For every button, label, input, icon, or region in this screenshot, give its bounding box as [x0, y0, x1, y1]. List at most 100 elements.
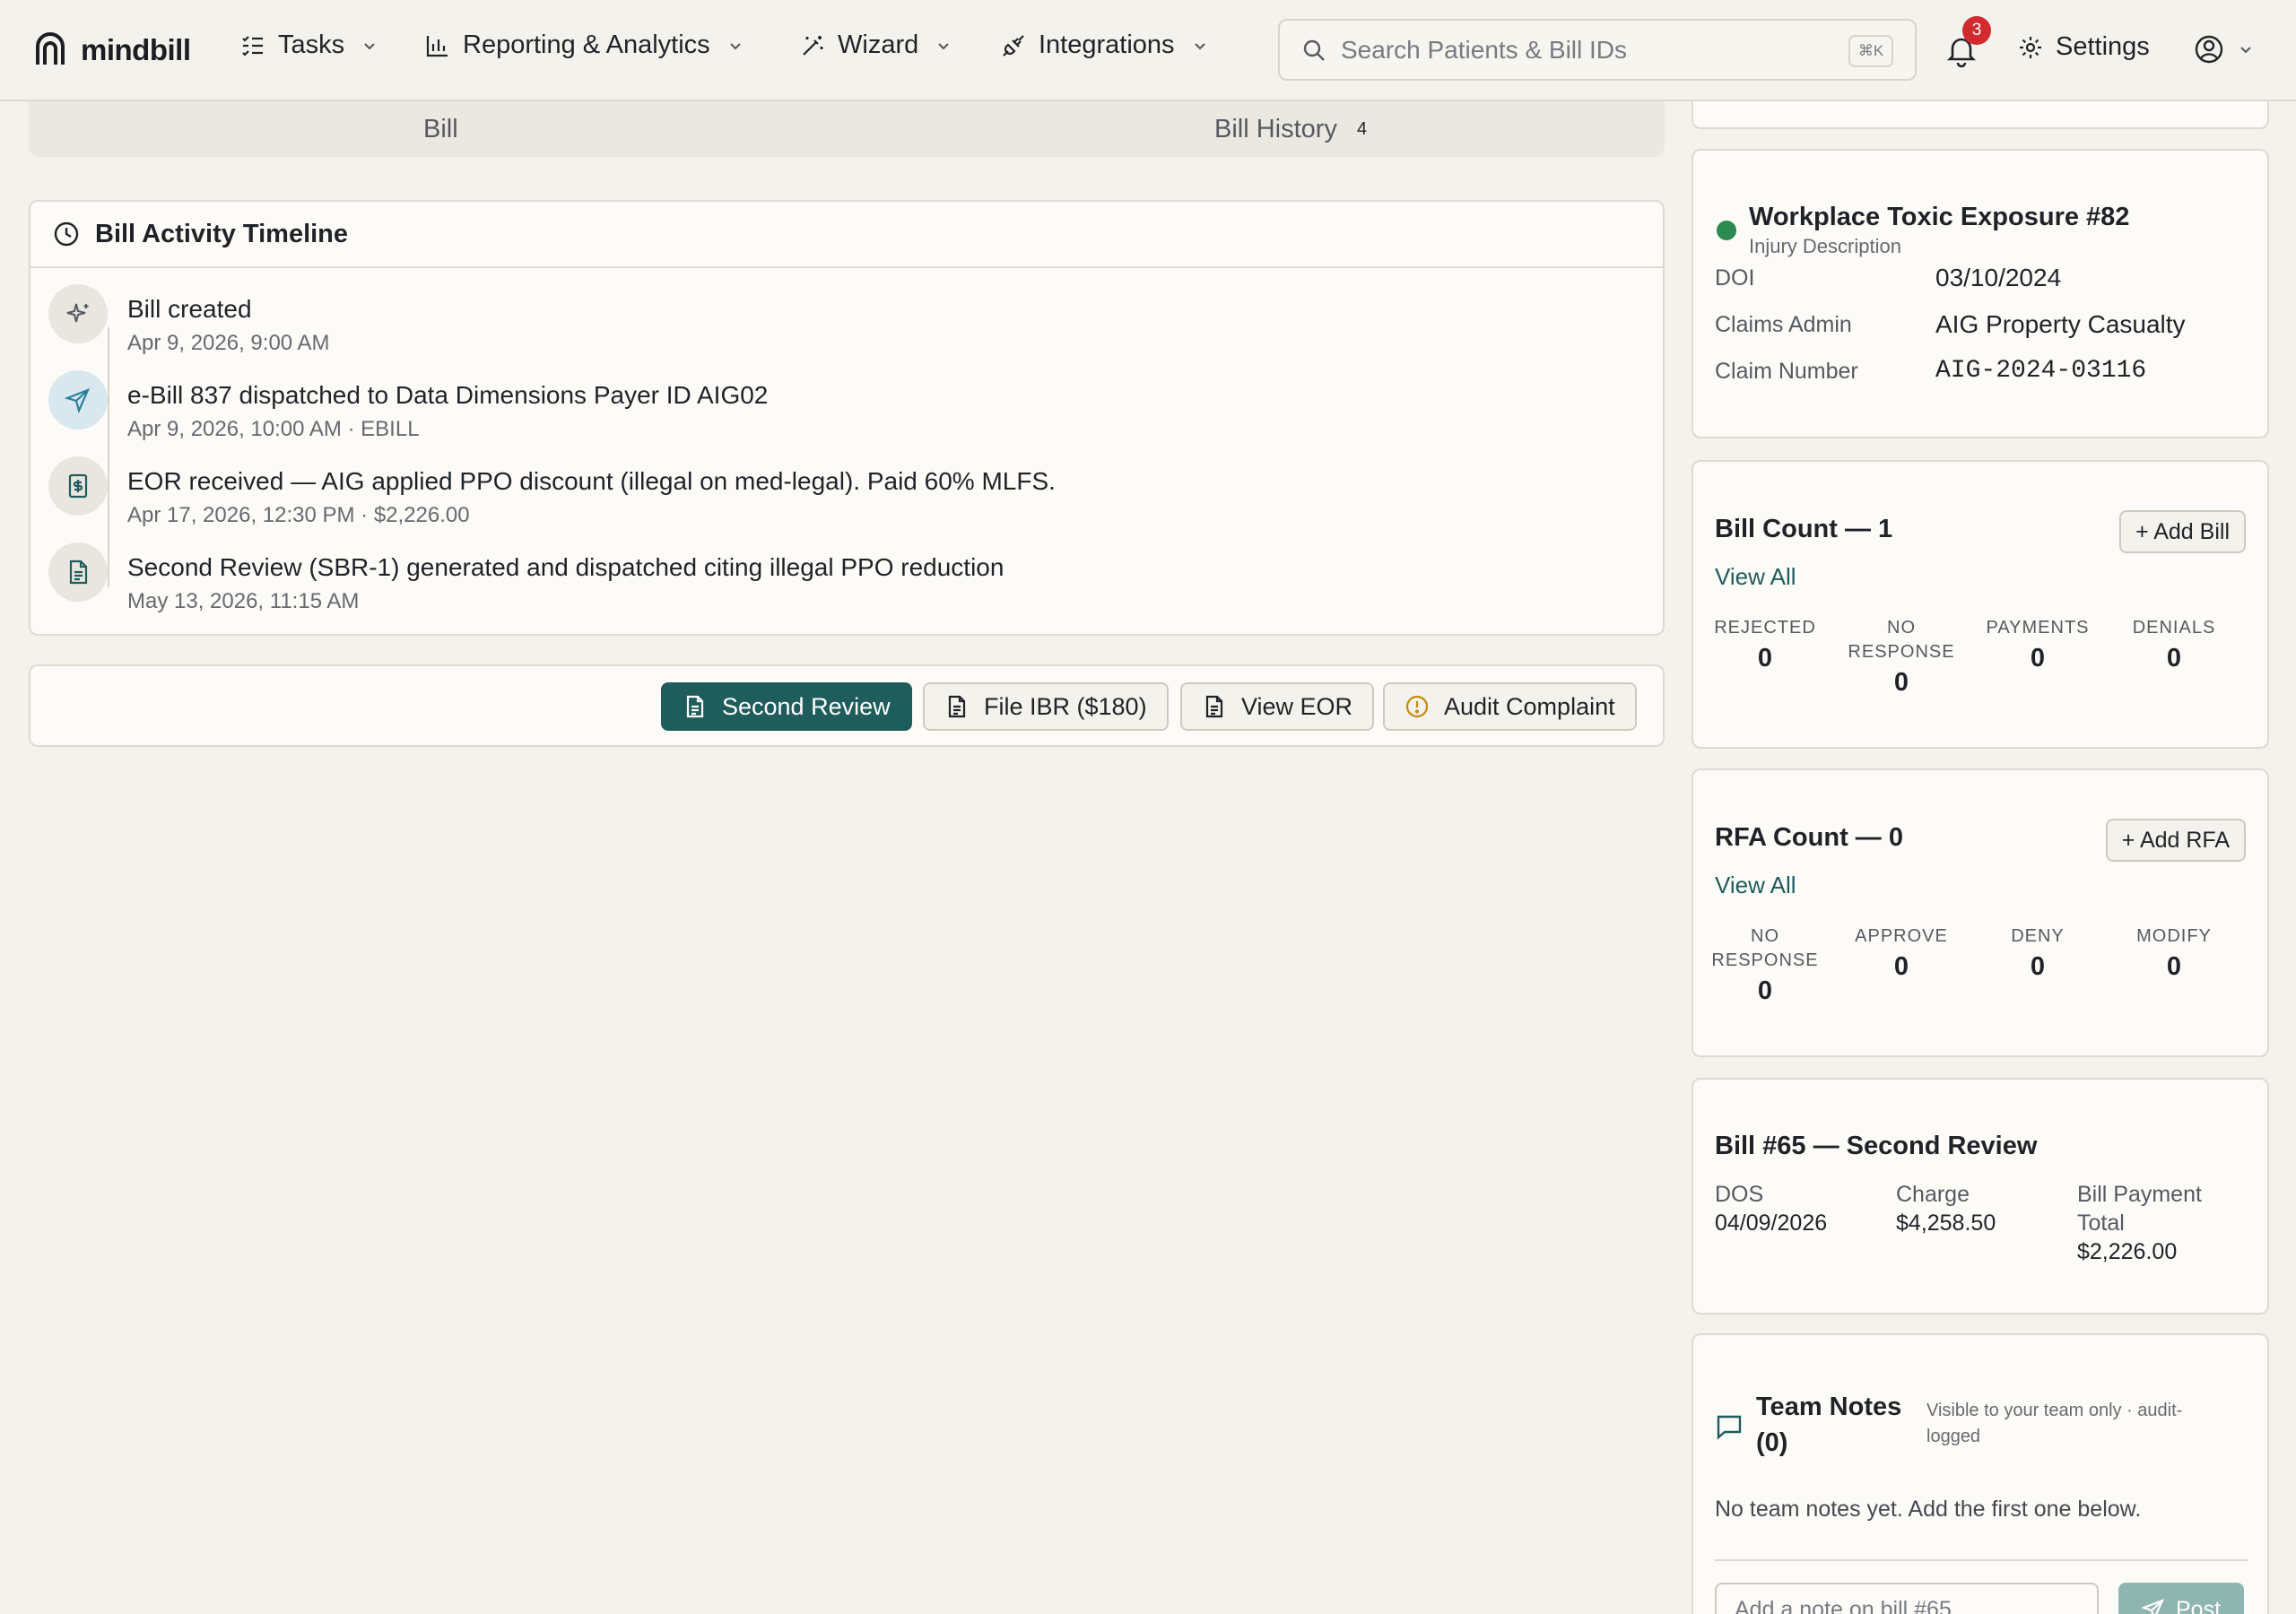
- stat-label: APPROVE: [1855, 926, 1948, 946]
- nav-reporting-analytics[interactable]: Reporting & Analytics: [425, 30, 744, 60]
- clock-icon: [54, 221, 79, 247]
- file-ibr-label: File IBR ($180): [984, 692, 1147, 720]
- second-review-button[interactable]: Second Review: [661, 682, 912, 731]
- stat-payments: PAYMENTS 0: [1970, 616, 2106, 673]
- injury-status-dot: [1717, 221, 1736, 240]
- timeline-event-dot: [48, 370, 108, 430]
- post-note-button[interactable]: Post: [2118, 1583, 2244, 1614]
- divider: [1715, 1559, 2248, 1561]
- add-rfa-button[interactable]: + Add RFA: [2105, 819, 2246, 862]
- bill-count-card: Bill Count — 1 View All + Add Bill REJEC…: [1692, 460, 2269, 749]
- injury-subtitle: Injury Description: [1749, 235, 1901, 257]
- send-icon: [65, 388, 91, 413]
- document-icon: [948, 695, 966, 718]
- rfa-count-card: RFA Count — 0 View All + Add RFA NO RESP…: [1692, 768, 2269, 1057]
- file-ibr-button[interactable]: File IBR ($180): [923, 682, 1169, 731]
- team-note-input[interactable]: [1715, 1583, 2099, 1614]
- stat-label: REJECTED: [1714, 618, 1816, 638]
- stat-rejected: REJECTED 0: [1697, 616, 1833, 673]
- stat-value: 0: [1757, 976, 1773, 1005]
- tab-bill-label: Bill: [423, 114, 458, 143]
- top-navigation-bar: mindbill Tasks Reporting & Analytics Wiz…: [0, 0, 2296, 101]
- brand-logo[interactable]: mindbill: [32, 32, 191, 68]
- timeline-event-dot: [48, 284, 108, 343]
- settings-button[interactable]: Settings: [2018, 32, 2150, 62]
- team-notes-empty-state: No team notes yet. Add the first one bel…: [1715, 1497, 2142, 1522]
- timeline-event-title: Second Review (SBR-1) generated and disp…: [127, 553, 1004, 581]
- stat-no-response: NO RESPONSE 0: [1833, 616, 1970, 698]
- stat-label: DENY: [2011, 926, 2065, 946]
- search-icon: [1303, 39, 1325, 61]
- charge-value: $4,258.50: [1896, 1210, 1996, 1236]
- bill-summary-title: Bill #65 — Second Review: [1715, 1132, 2038, 1160]
- claims-admin-value: AIG Property Casualty: [1935, 310, 2186, 338]
- payment-total-value: $2,226.00: [2077, 1239, 2178, 1264]
- timeline-event-meta: Apr 17, 2026, 12:30 PM · $2,226.00: [127, 503, 470, 527]
- stat-label: PAYMENTS: [1986, 618, 2090, 638]
- gear-icon: [2020, 36, 2041, 58]
- stat-deny: DENY 0: [1970, 924, 2106, 982]
- settings-label: Settings: [2056, 32, 2150, 61]
- stat-value: 0: [2166, 952, 2182, 981]
- document-icon: [69, 560, 88, 585]
- add-bill-button[interactable]: + Add Bill: [2119, 510, 2246, 553]
- stat-denials: DENIALS 0: [2106, 616, 2242, 673]
- nav-tasks[interactable]: Tasks: [240, 30, 378, 60]
- stat-value: 0: [1893, 952, 1909, 981]
- search-input[interactable]: [1341, 35, 1825, 65]
- timeline-event-meta: May 13, 2026, 11:15 AM: [127, 589, 360, 613]
- doi-value: 03/10/2024: [1935, 264, 2062, 291]
- bill-summary-card: Bill #65 — Second Review DOS 04/09/2026 …: [1692, 1078, 2269, 1315]
- bill-charge: Charge $4,258.50: [1896, 1180, 1996, 1237]
- post-label: Post: [2175, 1596, 2222, 1614]
- stat-no-response: NO RESPONSE 0: [1697, 924, 1833, 1006]
- bill-view-all-link[interactable]: View All: [1715, 563, 1796, 591]
- claim-number-label: Claim Number: [1715, 359, 1858, 384]
- payment-total-label: Bill Payment Total: [2077, 1182, 2202, 1236]
- nav-wizard[interactable]: Wizard: [800, 30, 952, 60]
- stat-approve: APPROVE 0: [1833, 924, 1970, 982]
- view-eor-button[interactable]: View EOR: [1180, 682, 1375, 731]
- rfa-view-all-link[interactable]: View All: [1715, 872, 1796, 899]
- search-shortcut-hint: ⌘K: [1848, 35, 1893, 67]
- timeline-event: EOR received — AIG applied PPO discount …: [48, 456, 1056, 528]
- alert-circle-icon: [1405, 695, 1429, 718]
- injury-title: Workplace Toxic Exposure #82: [1749, 203, 2130, 231]
- bill-tabs: Bill Bill History 4: [29, 101, 1665, 157]
- timeline-event-title: EOR received — AIG applied PPO discount …: [127, 467, 1056, 495]
- tab-bill-history[interactable]: Bill History 4: [874, 101, 1665, 157]
- timeline-event: Bill created Apr 9, 2026, 9:00 AM: [48, 284, 329, 356]
- search-box[interactable]: ⌘K: [1278, 19, 1917, 81]
- team-notes-card: Team Notes (0) Visible to your team only…: [1692, 1333, 2269, 1614]
- audit-complaint-label: Audit Complaint: [1444, 692, 1615, 720]
- tasks-icon: [242, 35, 263, 56]
- document-icon: [1205, 695, 1223, 718]
- timeline-event-dot: [48, 542, 108, 602]
- wand-icon: [803, 35, 823, 56]
- dos-label: DOS: [1715, 1182, 1764, 1207]
- claim-number-value: AIG-2024-03116: [1935, 357, 2147, 385]
- stat-label: DENIALS: [2132, 618, 2216, 638]
- doi-label: DOI: [1715, 265, 1755, 291]
- message-square-icon: [1717, 1415, 1742, 1440]
- nav-wizard-label: Wizard: [838, 30, 919, 59]
- timeline-event-meta: Apr 9, 2026, 10:00 AM · EBILL: [127, 417, 420, 441]
- user-menu[interactable]: [2194, 34, 2255, 65]
- receipt-icon: [68, 473, 88, 499]
- timeline-event: e-Bill 837 dispatched to Data Dimensions…: [48, 370, 768, 442]
- injury-details-card: Workplace Toxic Exposure #82 Injury Desc…: [1692, 149, 2269, 438]
- audit-complaint-button[interactable]: Audit Complaint: [1383, 682, 1637, 731]
- stat-label: NO RESPONSE: [1848, 618, 1955, 662]
- timeline-event-title: Bill created: [127, 295, 252, 323]
- send-icon: [2141, 1599, 2165, 1614]
- tab-bill[interactable]: Bill: [29, 101, 874, 157]
- stat-label: NO RESPONSE: [1711, 926, 1819, 970]
- nav-tasks-label: Tasks: [278, 30, 345, 59]
- charge-label: Charge: [1896, 1182, 1970, 1207]
- timeline-event-title: e-Bill 837 dispatched to Data Dimensions…: [127, 381, 769, 409]
- bar-chart-icon: [426, 35, 448, 56]
- nav-integrations[interactable]: Integrations: [1001, 30, 1209, 60]
- user-avatar-icon: [2195, 35, 2223, 64]
- document-icon: [686, 695, 704, 718]
- claims-admin-label: Claims Admin: [1715, 312, 1852, 337]
